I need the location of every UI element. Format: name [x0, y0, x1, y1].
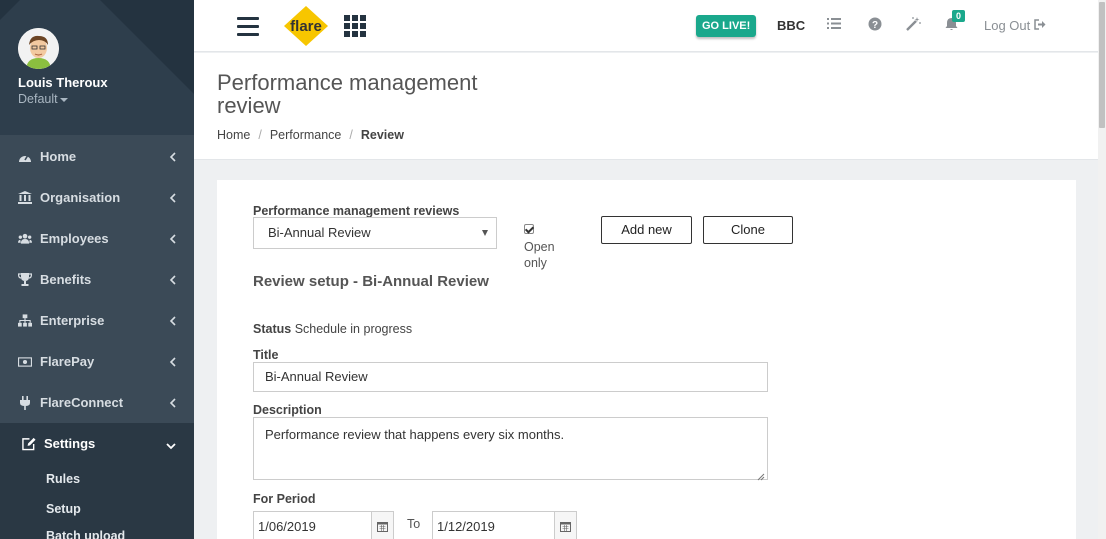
sidebar-item-label: Enterprise — [40, 313, 105, 328]
clone-button[interactable]: Clone — [703, 216, 793, 244]
description-textarea[interactable]: Performance review that happens every si… — [253, 417, 768, 481]
sidebar: Louis Theroux Default Home Organisation … — [0, 0, 194, 539]
institution-icon — [18, 191, 32, 205]
page-header: Performance management review Home / Perfo… — [194, 53, 1098, 160]
go-live-button[interactable]: GO LIVE! — [696, 15, 757, 37]
title-input-value: Bi-Annual Review — [265, 369, 368, 384]
period-to-label: To — [407, 517, 421, 531]
sidebar-item-label: Home — [40, 149, 77, 164]
apps-grid-icon[interactable] — [344, 15, 368, 37]
period-from-input[interactable]: 1/06/2019 — [253, 511, 394, 539]
add-new-button[interactable]: Add new — [601, 216, 692, 244]
sidebar-item-home[interactable]: Home — [0, 136, 194, 177]
sidebar-item-label: Organisation — [40, 190, 121, 205]
description-label: Description — [253, 403, 322, 417]
chevron-left-icon — [169, 314, 176, 329]
title-label: Title — [253, 348, 279, 362]
sidebar-item-label: Settings — [44, 436, 96, 451]
sidebar-subitem-label: Setup — [46, 501, 81, 516]
status-label: Status — [253, 322, 292, 336]
page-scrollbar[interactable] — [1098, 0, 1106, 539]
period-to-input[interactable]: 1/12/2019 — [432, 511, 577, 539]
sidebar-item-benefits[interactable]: Benefits — [0, 259, 194, 300]
money-icon — [18, 355, 32, 369]
user-role-dropdown[interactable]: Default — [18, 92, 68, 106]
logout-label: Log Out — [984, 18, 1031, 33]
calendar-icon[interactable] — [554, 512, 576, 539]
sidebar-item-organisation[interactable]: Organisation — [0, 177, 194, 218]
edit-icon — [22, 437, 36, 451]
sidebar-subitem-label: Rules — [46, 472, 81, 486]
description-value: Performance review that happens every si… — [265, 427, 565, 442]
sidebar-item-label: FlareConnect — [40, 395, 124, 410]
users-icon — [18, 232, 32, 246]
review-select[interactable]: Bi-Annual Review — [253, 217, 497, 249]
sidebar-item-label: Benefits — [40, 272, 92, 287]
chevron-left-icon — [169, 355, 176, 370]
dashboard-icon — [18, 150, 32, 164]
sidebar-item-flareconnect[interactable]: FlareConnect — [0, 382, 194, 423]
breadcrumb: Home / Performance / Review — [217, 128, 404, 142]
list-icon[interactable] — [827, 17, 843, 33]
chevron-left-icon — [169, 191, 176, 206]
sidebar-item-label: FlarePay — [40, 354, 95, 369]
sidebar-subitem-batch-upload[interactable]: Batch upload — [0, 523, 194, 539]
review-setup-panel: Performance management reviews Bi-Annual… — [217, 180, 1076, 539]
chevron-down-icon — [166, 438, 176, 453]
dropdown-arrow-icon — [482, 230, 488, 236]
review-select-value: Bi-Annual Review — [268, 225, 371, 240]
reviews-label: Performance management reviews — [253, 204, 460, 218]
scrollbar-thumb[interactable] — [1099, 2, 1105, 128]
sidebar-item-label: Employees — [40, 231, 109, 246]
top-navbar: flare GO LIVE! BBC ? 0 Log Out — [194, 0, 1098, 52]
open-only-label: Open only — [524, 240, 555, 270]
svg-text:?: ? — [872, 20, 878, 31]
period-from-value: 1/06/2019 — [258, 519, 316, 534]
trophy-icon — [18, 273, 32, 287]
plug-icon — [18, 395, 32, 410]
flare-logo[interactable]: flare — [282, 4, 330, 48]
sidebar-item-enterprise[interactable]: Enterprise — [0, 300, 194, 341]
magic-wand-icon[interactable] — [906, 17, 922, 33]
period-to-value: 1/12/2019 — [437, 519, 495, 534]
sidebar-subitem-label: Batch upload — [46, 529, 126, 539]
chevron-left-icon — [169, 273, 176, 288]
user-role: Default — [18, 92, 58, 106]
sidebar-subitem-setup[interactable]: Setup — [0, 494, 194, 523]
notification-badge: 0 — [952, 10, 966, 22]
logout-link[interactable]: Log Out — [984, 18, 1046, 33]
sign-out-icon — [1034, 18, 1046, 33]
hamburger-menu-icon[interactable] — [237, 17, 259, 36]
section-title: Review setup - Bi-Annual Review — [253, 273, 489, 290]
user-name: Louis Theroux — [18, 75, 108, 90]
chevron-left-icon — [169, 232, 176, 247]
caret-down-icon — [59, 97, 68, 102]
status-line: Status Schedule in progress — [253, 322, 412, 336]
sidebar-item-settings[interactable]: Settings — [0, 423, 194, 464]
status-value: Schedule in progress — [294, 322, 413, 336]
help-icon[interactable]: ? — [868, 17, 884, 33]
breadcrumb-performance[interactable]: Performance — [270, 128, 342, 142]
open-only-checkbox[interactable] — [524, 224, 534, 234]
period-label: For Period — [253, 492, 316, 506]
svg-text:flare: flare — [290, 18, 322, 35]
breadcrumb-home[interactable]: Home — [217, 128, 250, 142]
sidebar-item-flarepay[interactable]: FlarePay — [0, 341, 194, 382]
sitemap-icon — [18, 314, 32, 328]
sidebar-subitem-rules[interactable]: Rules — [0, 464, 194, 494]
resize-handle-icon[interactable] — [757, 469, 765, 481]
calendar-icon[interactable] — [371, 512, 393, 539]
title-input[interactable]: Bi-Annual Review — [253, 362, 768, 392]
company-name[interactable]: BBC — [777, 18, 805, 33]
breadcrumb-current: Review — [360, 128, 404, 142]
avatar[interactable] — [18, 28, 59, 69]
chevron-left-icon — [169, 150, 176, 165]
user-profile: Louis Theroux Default — [0, 0, 194, 135]
page-title: Performance management review — [217, 70, 478, 118]
sidebar-item-employees[interactable]: Employees — [0, 218, 194, 259]
chevron-left-icon — [169, 396, 176, 411]
